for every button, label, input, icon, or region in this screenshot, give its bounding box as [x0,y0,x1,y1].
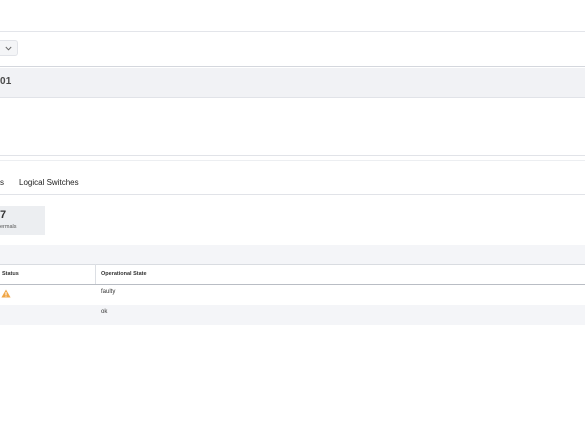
tab-logical-switches[interactable]: Logical Switches [19,178,79,187]
column-header-operational-state[interactable]: Operational State [101,271,147,277]
table-header-top-divider [0,264,585,265]
title-top-divider [0,66,585,67]
warning-icon [1,289,11,298]
column-header-status[interactable]: Status [2,271,19,277]
table-row[interactable]: ok [0,305,585,325]
stat-value: 7 [0,209,7,221]
stat-card[interactable]: 7 ermals [0,206,45,235]
page-title: 01 [0,76,12,87]
table-toolbar [0,245,585,264]
operational-state-cell: ok [101,309,108,315]
context-dropdown[interactable] [0,40,18,56]
operational-state-cell: faulty [101,289,116,295]
section-divider-2 [0,160,585,161]
chevron-down-icon [5,46,12,51]
top-header [0,0,585,31]
section-divider [0,155,585,156]
table-row[interactable]: faulty [0,285,585,305]
tab-partial[interactable]: s [0,178,4,187]
tab-bar-divider [0,194,585,195]
column-divider[interactable] [95,264,96,284]
title-bar: 01 [0,68,585,97]
title-bottom-divider [0,97,585,98]
stat-label: ermals [0,224,17,230]
header-divider [0,31,585,32]
